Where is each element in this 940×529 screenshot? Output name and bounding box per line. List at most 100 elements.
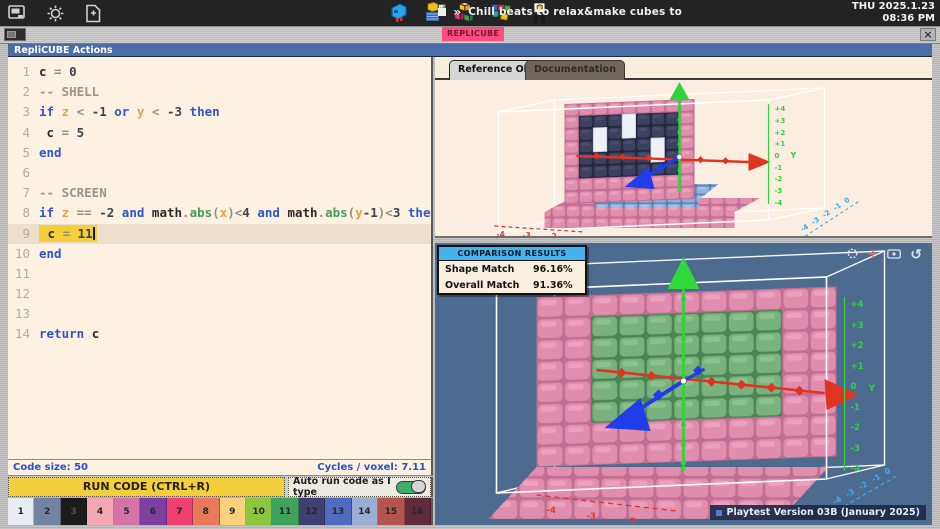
cycles-label: Cycles / voxel: 7.11 [317, 462, 426, 473]
taskbar-item-replicube[interactable]: REPLICUBE [442, 27, 504, 41]
crosshair-icon[interactable]: + [867, 249, 878, 261]
music-track-title: Chill beats to relax&make cubes to [468, 6, 682, 18]
music-next-icon[interactable]: » [453, 8, 461, 16]
axis-tick: -1 [870, 472, 883, 484]
line-number: 4 [8, 123, 30, 143]
code-line[interactable]: 13 [8, 304, 431, 324]
code-line[interactable]: 5end [8, 143, 431, 163]
playtest-y-axis-ticks: +4+3+2+10-1-2-3-4 [851, 300, 864, 474]
palette-cell-9[interactable]: 9 [220, 498, 246, 525]
palette-cell-1[interactable]: 1 [8, 498, 34, 525]
axis-tick: +1 [851, 362, 864, 372]
tab-strip: Reference Object Documentation [435, 57, 932, 80]
gear-icon[interactable] [44, 3, 66, 23]
comparison-results-panel: COMPARISON RESULTS Shape Match 96.16% Ov… [437, 245, 587, 295]
axis-tick: -4 [547, 506, 557, 516]
axis-tick: -4 [851, 464, 861, 474]
palette-cell-5[interactable]: 5 [114, 498, 140, 525]
version-badge: Playtest Version 03B (January 2025) [710, 505, 926, 520]
comparison-results-title: COMPARISON RESULTS [439, 247, 585, 261]
new-file-icon[interactable] [82, 3, 104, 23]
close-icon[interactable]: × [920, 28, 936, 41]
palette-cell-2[interactable]: 2 [34, 498, 60, 525]
line-number: 8 [8, 203, 30, 223]
palette-cell-8[interactable]: 8 [193, 498, 219, 525]
autorun-box: Auto run code as I type [288, 477, 431, 497]
run-code-button[interactable]: RUN CODE (CTRL+R) [8, 477, 285, 497]
axis-tick: -3 [523, 231, 531, 238]
code-line[interactable]: 10end [8, 244, 431, 264]
line-number: 6 [8, 163, 30, 183]
code-line[interactable]: 8if z == -2 and math.abs(x)<4 and math.a… [8, 203, 431, 223]
line-number: 1 [8, 62, 30, 82]
axis-tick: -3 [587, 512, 597, 522]
run-row: RUN CODE (CTRL+R) Auto run code as I typ… [8, 477, 433, 497]
line-number: 7 [8, 183, 30, 203]
palette-cell-7[interactable]: 7 [167, 498, 193, 525]
axis-tick: -4 [799, 223, 810, 234]
playtest-z-axis-ticks: -4-3-2-10 [831, 466, 893, 507]
taskbar-start-icon[interactable] [4, 28, 26, 41]
palette-cell-12[interactable]: 12 [299, 498, 325, 525]
axis-tick: -2 [821, 209, 832, 220]
code-line[interactable]: 14return c [8, 324, 431, 344]
editor-status-bar: Code size: 50 Cycles / voxel: 7.11 [8, 459, 433, 476]
palette-cell-10[interactable]: 10 [246, 498, 272, 525]
tab-documentation[interactable]: Documentation [525, 60, 625, 80]
autorun-label: Auto run code as I type [293, 476, 392, 498]
palette-cell-16[interactable]: 16 [405, 498, 431, 525]
axis-tick: -2 [549, 232, 557, 238]
code-line[interactable]: 9 c = 11 [8, 224, 431, 244]
reference-object-view[interactable]: +4+3+2+10-1-2-3-4 Y -4-3-2 -4-3-2-10 [435, 80, 932, 238]
shape-match-label: Shape Match [445, 264, 533, 275]
code-editor[interactable]: 1c = 02-- SHELL3if z < -1 or y < -3 then… [8, 57, 433, 459]
palette-cell-15[interactable]: 15 [378, 498, 404, 525]
axis-tick: +2 [775, 129, 786, 137]
palette-cell-11[interactable]: 11 [272, 498, 298, 525]
playtest-toolbar: + ↺ [847, 248, 922, 261]
line-number: 11 [8, 264, 30, 284]
axis-tick: +2 [851, 341, 864, 351]
code-line[interactable]: 1c = 0 [8, 62, 431, 82]
clock: THU 2025.1.23 08:36 PM [852, 1, 935, 25]
reset-view-icon[interactable]: ↺ [910, 249, 922, 261]
line-number: 5 [8, 143, 30, 163]
palette-cell-6[interactable]: 6 [140, 498, 166, 525]
code-line[interactable]: 12 [8, 284, 431, 304]
palette-cell-14[interactable]: 14 [352, 498, 378, 525]
grid-toggle-icon[interactable] [847, 248, 858, 261]
music-stop-icon[interactable] [438, 8, 446, 16]
music-player[interactable]: » Chill beats to relax&make cubes to [438, 6, 682, 18]
text-cursor [93, 227, 95, 240]
ref-y-axis-label: Y [790, 151, 797, 160]
window-titlebar[interactable]: RepliCUBE Actions [8, 44, 932, 57]
axis-tick: -3 [851, 444, 861, 454]
overall-match-label: Overall Match [445, 280, 533, 291]
axis-tick: -3 [810, 216, 821, 227]
code-line[interactable]: 2-- SHELL [8, 82, 431, 102]
mailbox-icon[interactable] [388, 3, 410, 23]
line-number: 2 [8, 82, 30, 102]
monitor-icon[interactable] [6, 3, 28, 23]
playtest-view[interactable]: +4+3+2+10-1-2-3-4 Y -4-3-2 -4-3-2-10 COM… [435, 243, 932, 525]
line-number: 13 [8, 304, 30, 324]
line-number: 10 [8, 244, 30, 264]
line-number: 12 [8, 284, 30, 304]
camera-icon[interactable] [887, 249, 901, 261]
code-line[interactable]: 4 c = 5 [8, 123, 431, 143]
code-line[interactable]: 6 [8, 163, 431, 183]
axis-tick: 0 [775, 152, 780, 160]
toggle-knob[interactable] [411, 480, 426, 493]
palette-cell-3[interactable]: 3 [61, 498, 87, 525]
clock-date: THU 2025.1.23 [852, 1, 935, 13]
palette-cell-4[interactable]: 4 [87, 498, 113, 525]
code-line[interactable]: 7-- SCREEN [8, 183, 431, 203]
comparison-row-shape: Shape Match 96.16% [439, 261, 585, 277]
code-line[interactable]: 3if z < -1 or y < -3 then [8, 102, 431, 122]
version-cube-icon [716, 510, 722, 516]
palette-cell-13[interactable]: 13 [325, 498, 351, 525]
code-line[interactable]: 11 [8, 264, 431, 284]
line-number: 9 [8, 224, 30, 244]
autorun-toggle[interactable] [396, 481, 426, 494]
playtest-y-axis-label: Y [868, 384, 876, 394]
